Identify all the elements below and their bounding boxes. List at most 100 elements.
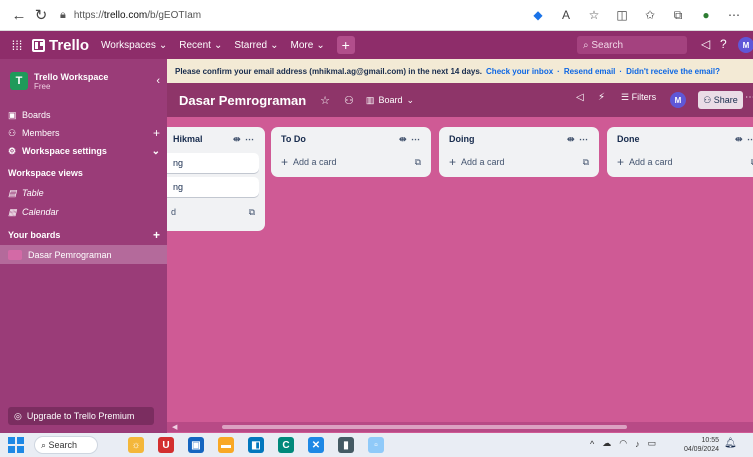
add-board-icon[interactable]: + <box>153 228 160 242</box>
taskbar-search[interactable]: ⌕ Search <box>34 436 98 454</box>
sidebar-board-dasar-pemrograman[interactable]: Dasar Pemrograman <box>0 245 167 264</box>
notification-bell-icon[interactable]: 🔔︎ <box>724 438 737 449</box>
sidebar-item-label: Workspace settings <box>22 146 107 156</box>
add-card-button[interactable]: + Add a card ⧉ <box>607 151 753 173</box>
star-icon[interactable]: ☆ <box>320 94 330 107</box>
create-button[interactable]: + <box>336 36 355 54</box>
horizontal-scrollbar[interactable]: ◀ <box>167 422 753 432</box>
more-options-icon[interactable]: ⋯ <box>723 4 745 26</box>
card-template-icon[interactable]: ⧉ <box>249 207 255 218</box>
avatar[interactable]: M <box>738 37 753 53</box>
collapse-sidebar-icon[interactable]: ‹ <box>156 75 160 87</box>
list-header: Hikmal ⇹ ⋯ <box>167 127 265 151</box>
vscode-icon[interactable]: ✕ <box>308 437 324 453</box>
collections-icon[interactable]: ⧉ <box>667 4 689 26</box>
windows-start-icon[interactable] <box>8 437 24 453</box>
sidebar-item-workspace-settings[interactable]: ⚙ Workspace settings ⌄ <box>8 141 160 161</box>
url-prefix: https:// <box>73 9 104 21</box>
antivirus-app-icon[interactable]: U <box>158 437 174 453</box>
terminal-icon[interactable]: ▮ <box>338 437 354 453</box>
share-button[interactable]: ⚇ Share <box>698 91 743 109</box>
split-screen-icon[interactable]: ◫ <box>611 4 633 26</box>
sidebar: T Trello Workspace Free ‹ ▣ Boards ⚇ Mem… <box>0 59 167 433</box>
list-controls-icon[interactable]: ⇹ ⋯ <box>399 134 421 145</box>
separator: · <box>619 66 623 76</box>
volume-icon[interactable]: ♪ <box>635 439 640 449</box>
list-title[interactable]: To Do <box>281 134 306 144</box>
sidebar-item-boards[interactable]: ▣ Boards <box>8 105 160 125</box>
your-boards-title: Your boards + <box>8 225 160 245</box>
board-menu-icon[interactable]: ⋯ <box>745 92 753 103</box>
reload-icon[interactable]: ↻ <box>30 4 52 26</box>
chevron-up-icon[interactable]: ^ <box>590 439 594 449</box>
help-icon[interactable]: ? <box>720 37 727 51</box>
menu-starred[interactable]: Starred ⌄ <box>234 40 278 51</box>
card-template-icon[interactable]: ⧉ <box>415 157 421 168</box>
board-title[interactable]: Dasar Pemrograman <box>179 93 306 108</box>
visibility-icon[interactable]: ⚇ <box>344 94 354 107</box>
power-ups-icon[interactable]: ◁ <box>576 92 584 103</box>
trello-logo[interactable]: Trello <box>32 37 89 54</box>
add-card-button[interactable]: + Add a card ⧉ <box>271 151 431 173</box>
board-view-switcher[interactable]: ▥ Board ⌄ <box>366 95 414 106</box>
upgrade-button[interactable]: ◎ Upgrade to Trello Premium <box>8 407 154 425</box>
app-switcher-icon[interactable]: ⁞⁞⁞ <box>8 38 26 53</box>
list-title[interactable]: Doing <box>449 134 475 144</box>
scroll-thumb[interactable] <box>222 425 627 429</box>
filters-button[interactable]: ☰ Filters <box>621 92 656 103</box>
file-explorer-icon[interactable]: ▬ <box>218 437 234 453</box>
list-title[interactable]: Done <box>617 134 640 144</box>
board-member-avatar[interactable]: M <box>670 92 686 108</box>
menu-label: Recent <box>179 39 211 51</box>
wifi-icon[interactable]: ◠ <box>619 438 627 449</box>
extension-icon[interactable]: ◆ <box>527 4 549 26</box>
address-bar[interactable]: 🔒︎ https:// trello.com /b/gEOTIam <box>60 4 490 26</box>
card-template-icon[interactable]: ⧉ <box>583 157 589 168</box>
add-card-button[interactable]: d ⧉ <box>167 201 265 223</box>
favorites-icon[interactable]: ✩ <box>639 4 661 26</box>
add-member-icon[interactable]: + <box>153 126 160 140</box>
sidebar-item-table[interactable]: ▤ Table <box>8 183 160 203</box>
battery-icon[interactable]: ▭ <box>648 438 657 449</box>
list-title[interactable]: Hikmal <box>173 134 203 144</box>
card[interactable]: ng <box>167 153 259 173</box>
list-controls-icon[interactable]: ⇹ ⋯ <box>735 134 753 145</box>
add-card-button[interactable]: + Add a card ⧉ <box>439 151 599 173</box>
search-input[interactable]: ⌕ Search <box>577 36 687 54</box>
favorite-star-icon[interactable]: ☆ <box>583 4 605 26</box>
check-inbox-link[interactable]: Check your inbox <box>486 67 553 76</box>
office-app-icon[interactable]: ▣ <box>188 437 204 453</box>
menu-workspaces[interactable]: Workspaces ⌄ <box>101 40 167 51</box>
sidebar-item-label: Calendar <box>22 207 59 217</box>
read-aloud-icon[interactable]: A <box>555 4 577 26</box>
cloud-icon[interactable]: ☁ <box>602 438 611 449</box>
menu-more[interactable]: More ⌄ <box>291 40 325 51</box>
list-doing: Doing ⇹ ⋯ + Add a card ⧉ <box>439 127 599 177</box>
sidebar-item-members[interactable]: ⚇ Members + <box>8 123 160 143</box>
card[interactable]: ng <box>167 177 259 197</box>
app-icon[interactable]: ▫ <box>368 437 384 453</box>
list-controls-icon[interactable]: ⇹ ⋯ <box>233 134 255 145</box>
didnt-receive-link[interactable]: Didn't receive the email? <box>626 67 720 76</box>
back-icon[interactable]: ← <box>8 4 30 26</box>
separator: · <box>557 66 560 76</box>
taskbar-search-label: Search <box>48 440 78 450</box>
search-icon: ⌕ <box>41 439 49 450</box>
chevron-down-icon: ⌄ <box>270 39 279 51</box>
automation-icon[interactable]: ⚡︎ <box>598 92 605 103</box>
megaphone-icon[interactable]: ◁ <box>701 37 710 51</box>
list-controls-icon[interactable]: ⇹ ⋯ <box>567 134 589 145</box>
edge-browser-icon[interactable]: C <box>278 437 294 453</box>
clock[interactable]: 10:55 04/09/2024 <box>677 436 719 454</box>
sidebar-item-calendar[interactable]: ▦ Calendar <box>8 202 160 222</box>
workspace-logo: T <box>10 72 28 90</box>
widgets-icon[interactable]: ☼ <box>128 437 144 453</box>
browser-toolbar: ← ↻ 🔒︎ https:// trello.com /b/gEOTIam ◆ … <box>0 0 753 31</box>
menu-label: More <box>290 39 314 51</box>
scroll-left-arrow-icon[interactable]: ◀ <box>172 423 177 431</box>
profile-extension-icon[interactable]: ● <box>695 4 717 26</box>
trello-logo-text: Trello <box>49 36 90 54</box>
resend-email-link[interactable]: Resend email <box>564 67 616 76</box>
store-app-icon[interactable]: ◧ <box>248 437 264 453</box>
menu-recent[interactable]: Recent ⌄ <box>179 40 222 51</box>
